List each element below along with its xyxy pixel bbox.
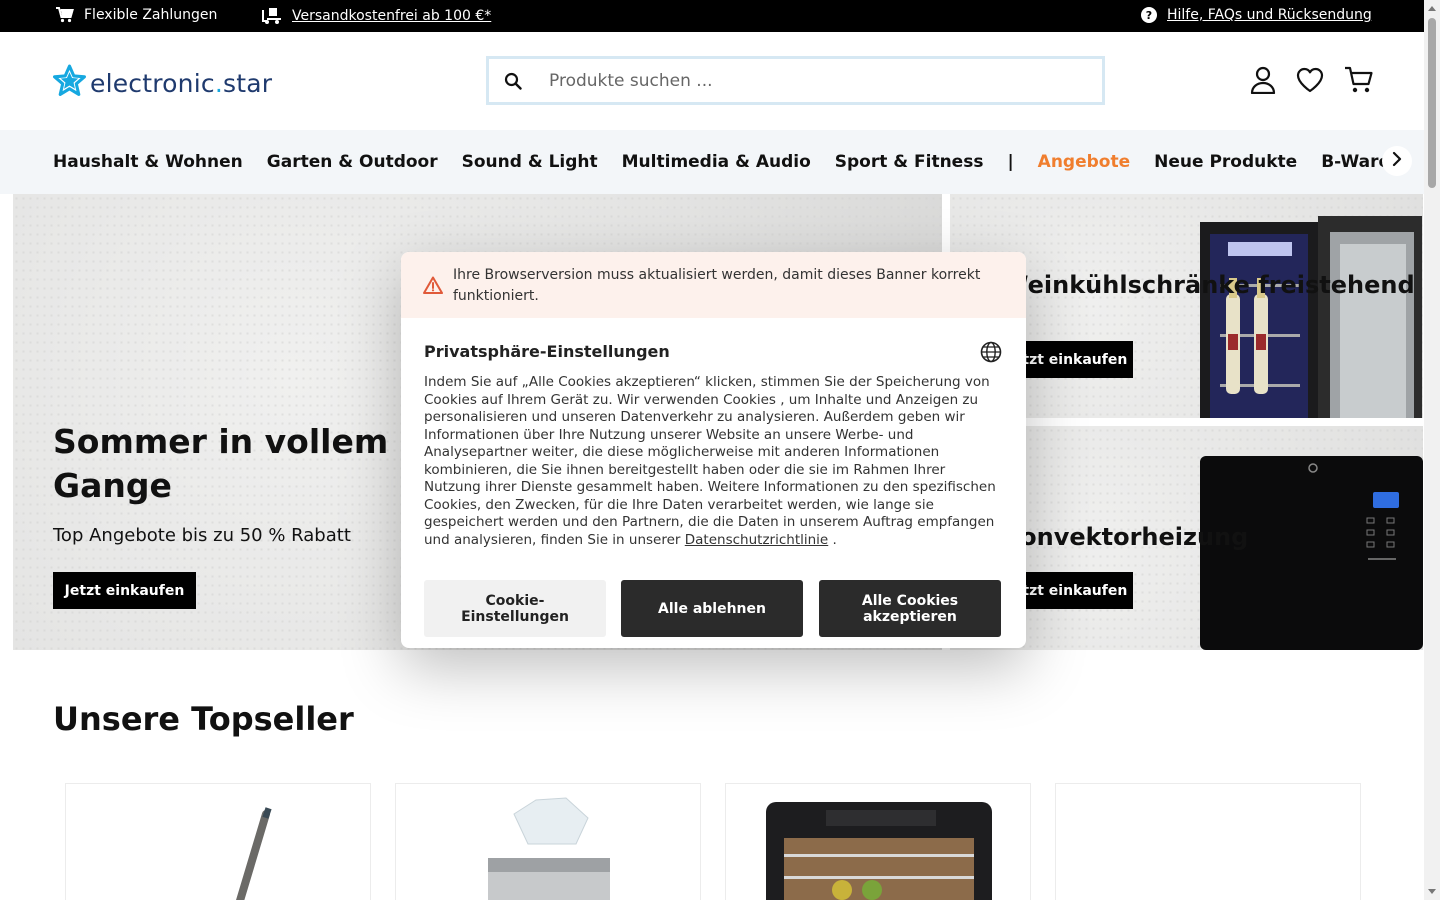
heart-icon[interactable] xyxy=(1296,67,1324,98)
dialog-body-tail: . xyxy=(828,531,837,548)
globe-icon[interactable] xyxy=(980,341,1002,367)
browser-warning: Ihre Browserversion muss aktualisiert we… xyxy=(401,252,1026,318)
cookie-consent-dialog: Ihre Browserversion muss aktualisiert we… xyxy=(401,252,1026,648)
cookie-settings-button[interactable]: Cookie-Einstellungen xyxy=(424,580,606,637)
page: Flexible Zahlungen Versandkostenfrei ab … xyxy=(0,0,1440,900)
shipping-link[interactable]: Versandkostenfrei ab 100 €* xyxy=(292,8,491,24)
product-card[interactable] xyxy=(1055,783,1361,900)
cart-small-icon xyxy=(56,7,74,23)
header: electronic.star xyxy=(0,32,1424,130)
scroll-up-icon[interactable] xyxy=(1428,6,1436,11)
nav-separator: | xyxy=(1007,152,1014,172)
heater-image xyxy=(1200,456,1423,650)
nav-item-haushalt[interactable]: Haushalt & Wohnen xyxy=(53,152,243,172)
star-logo-icon xyxy=(53,64,86,102)
nav-item-b-ware[interactable]: B-Ware xyxy=(1321,152,1390,172)
help-link[interactable]: Hilfe, FAQs und Rücksendung xyxy=(1167,7,1372,23)
nav-item-sport[interactable]: Sport & Fitness xyxy=(835,152,984,172)
nav-item-angebote[interactable]: Angebote xyxy=(1038,152,1130,172)
dialog-body-text: Indem Sie auf „Alle Cookies akzeptieren“… xyxy=(424,374,996,548)
page-scrollbar[interactable] xyxy=(1424,0,1440,900)
search-icon[interactable] xyxy=(489,72,537,90)
cart-icon[interactable] xyxy=(1344,66,1374,99)
topseller-title: Unsere Topseller xyxy=(53,700,354,738)
account-icon[interactable] xyxy=(1250,66,1276,99)
payments-label: Flexible Zahlungen xyxy=(84,7,218,23)
dialog-body: Indem Sie auf „Alle Cookies akzeptieren“… xyxy=(424,374,1004,549)
hero-subtitle: Top Angebote bis zu 50 % Rabatt xyxy=(53,525,351,546)
delivery-icon xyxy=(262,7,282,25)
logo-text: electronic.star xyxy=(90,68,273,98)
warning-text: Ihre Browserversion muss aktualisiert we… xyxy=(453,267,981,304)
help-info[interactable]: ? Hilfe, FAQs und Rücksendung xyxy=(1141,7,1372,23)
warning-icon xyxy=(423,276,443,298)
accept-all-button[interactable]: Alle Cookies akzeptieren xyxy=(819,580,1001,637)
nav-item-neue-produkte[interactable]: Neue Produkte xyxy=(1154,152,1297,172)
top-bar: Flexible Zahlungen Versandkostenfrei ab … xyxy=(0,0,1424,32)
wine-cooler-title: Weinkühlschränke freistehend xyxy=(1002,271,1415,299)
search-bar[interactable] xyxy=(486,56,1105,105)
help-icon: ? xyxy=(1141,7,1157,23)
nav-item-sound[interactable]: Sound & Light xyxy=(462,152,598,172)
svg-text:?: ? xyxy=(1146,9,1152,22)
nav-next-button[interactable] xyxy=(1382,146,1412,176)
main-nav: Haushalt & Wohnen Garten & Outdoor Sound… xyxy=(0,130,1424,194)
payments-info: Flexible Zahlungen xyxy=(56,7,217,23)
scroll-down-icon[interactable] xyxy=(1428,889,1436,894)
vacuum-image xyxy=(236,807,272,900)
chevron-right-icon xyxy=(1392,151,1402,172)
ice-maker-image xyxy=(488,797,610,900)
hero-cta-button[interactable]: Jetzt einkaufen xyxy=(53,572,196,609)
product-card[interactable] xyxy=(725,783,1031,900)
dialog-title: Privatsphäre-Einstellungen xyxy=(424,342,670,361)
wine-cooler-image xyxy=(1200,216,1422,418)
product-card[interactable] xyxy=(395,783,701,900)
search-input[interactable] xyxy=(537,70,1057,91)
nav-item-multimedia[interactable]: Multimedia & Audio xyxy=(622,152,811,172)
shipping-info[interactable]: Versandkostenfrei ab 100 €* xyxy=(262,7,491,25)
scrollbar-thumb[interactable] xyxy=(1428,18,1436,188)
hero-title: Sommer in vollem Gange xyxy=(53,422,389,505)
nav-item-garten[interactable]: Garten & Outdoor xyxy=(267,152,438,172)
privacy-policy-link[interactable]: Datenschutzrichtlinie xyxy=(685,532,828,548)
header-icons xyxy=(1250,66,1374,99)
heater-title: Konvektorheizung xyxy=(1002,523,1249,551)
reject-all-button[interactable]: Alle ablehnen xyxy=(621,580,803,637)
product-card[interactable] xyxy=(65,783,371,900)
logo[interactable]: electronic.star xyxy=(53,64,272,102)
dehydrator-image xyxy=(766,802,992,900)
